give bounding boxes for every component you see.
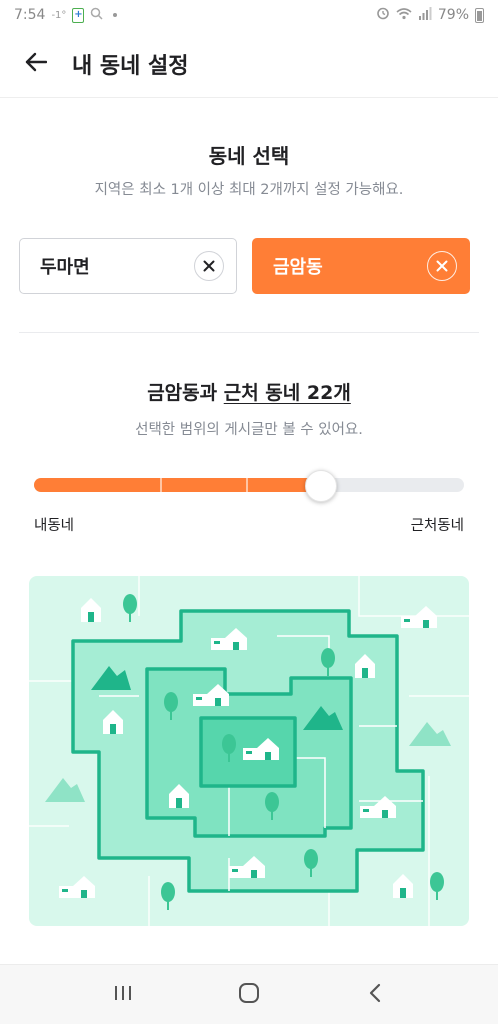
section-divider	[19, 332, 479, 333]
house-icon	[81, 598, 101, 622]
range-slider[interactable]	[34, 470, 464, 502]
search-icon	[90, 7, 103, 24]
recent-apps-icon	[113, 984, 133, 1006]
status-bar: 7:54 -1° + 79%	[0, 0, 498, 30]
close-icon	[203, 256, 215, 277]
home-button[interactable]	[219, 970, 279, 1020]
alarm-icon	[376, 6, 390, 24]
status-right: 79%	[376, 6, 484, 24]
app-bar: 내 동네 설정	[0, 30, 498, 98]
house-icon	[59, 876, 95, 898]
system-nav-bar	[0, 964, 498, 1024]
slider-label-max: 근처동네	[410, 518, 464, 534]
remove-chip-1-button[interactable]	[194, 251, 224, 281]
tree-icon	[430, 872, 444, 900]
page-title: 내 동네 설정	[72, 53, 189, 79]
close-icon	[436, 256, 448, 277]
status-temp: -1°	[51, 9, 67, 21]
slider-tick	[160, 478, 162, 492]
battery-icon	[475, 7, 484, 23]
nearby-count-link[interactable]: 근처 동네 22개	[224, 382, 351, 404]
house-icon	[401, 606, 437, 628]
signal-icon	[418, 6, 432, 24]
back-button[interactable]	[0, 30, 72, 98]
neighborhood-select-subtitle: 지역은 최소 1개 이상 최대 2개까지 설정 가능해요.	[94, 182, 404, 198]
chip-label: 두마면	[40, 257, 90, 278]
slider-thumb[interactable]	[304, 470, 337, 502]
system-back-button[interactable]	[345, 970, 405, 1020]
neighborhood-map-illustration	[29, 576, 469, 926]
mountain-icon	[45, 778, 85, 802]
clipboard-icon: +	[72, 7, 85, 23]
status-time: 7:54	[14, 7, 46, 23]
status-battery-text: 79%	[437, 7, 469, 23]
neighborhood-chip-1[interactable]: 두마면	[19, 238, 237, 294]
dot-icon	[113, 13, 118, 17]
map-svg	[29, 576, 469, 926]
range-title-prefix: 금암동과	[147, 382, 224, 404]
arrow-left-icon	[25, 52, 48, 76]
tree-icon	[123, 594, 137, 622]
neighborhood-select-title: 동네 선택	[208, 144, 290, 168]
slider-fill	[34, 478, 321, 492]
tree-icon	[161, 882, 175, 910]
slider-tick	[246, 478, 248, 492]
remove-chip-2-button[interactable]	[427, 251, 457, 281]
wifi-icon	[396, 7, 412, 24]
neighborhood-chip-2[interactable]: 금암동	[252, 238, 470, 294]
slider-label-min: 내동네	[34, 518, 75, 534]
back-icon	[368, 983, 382, 1007]
home-icon	[238, 982, 260, 1008]
recent-apps-button[interactable]	[93, 970, 153, 1020]
range-subtitle: 선택한 범위의 게시글만 볼 수 있어요.	[135, 422, 363, 438]
range-title: 금암동과 근처 동네 22개	[0, 378, 498, 405]
status-left: 7:54 -1° +	[14, 7, 118, 24]
house-icon	[393, 874, 413, 898]
mountain-icon	[409, 722, 451, 746]
chip-label: 금암동	[273, 257, 323, 278]
